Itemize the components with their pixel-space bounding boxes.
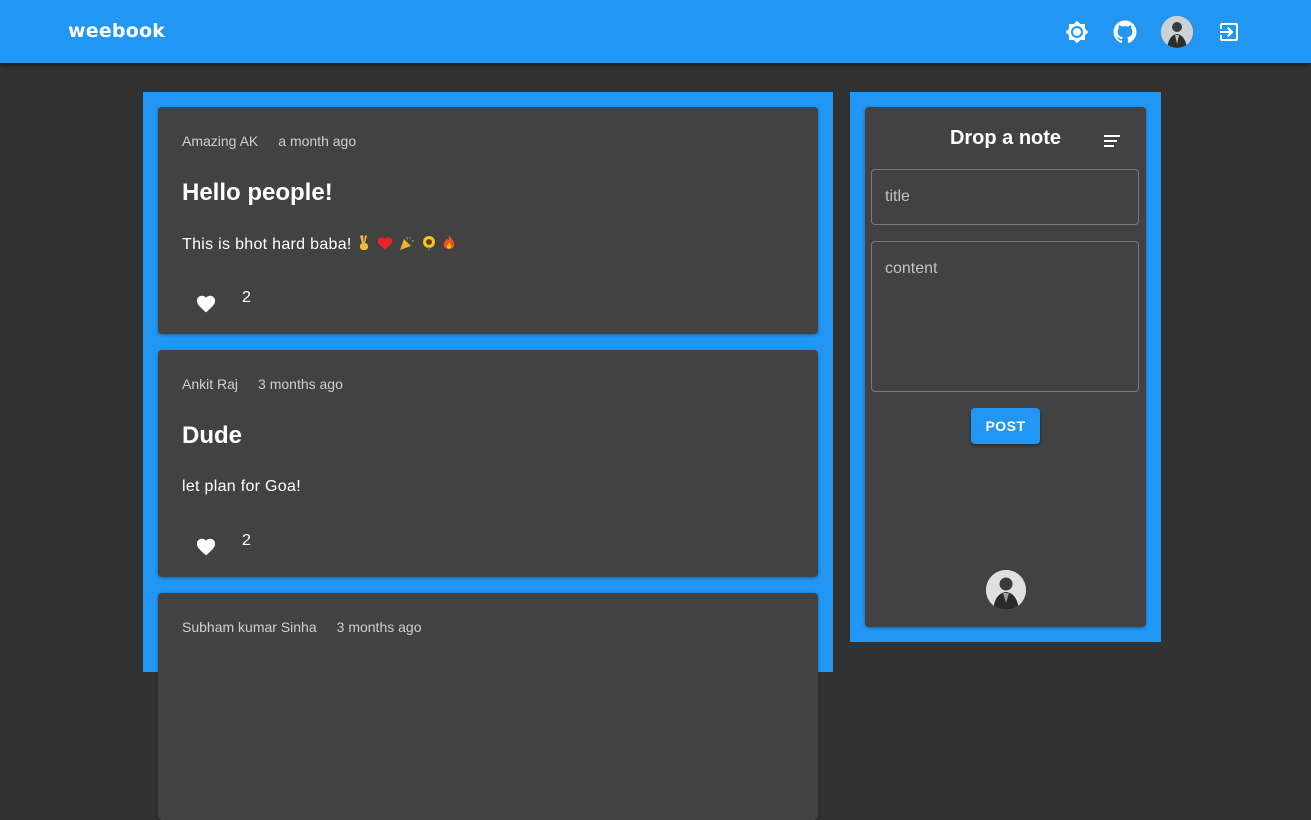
heart-icon [196, 295, 216, 313]
brightness-icon[interactable] [1061, 16, 1093, 48]
like-button[interactable] [190, 530, 222, 562]
post-meta: Ankit Raj 3 months ago [182, 376, 343, 392]
post-card: Ankit Raj 3 months ago Dude let plan for … [158, 350, 818, 577]
post-time: 3 months ago [336, 619, 422, 635]
post-author[interactable]: Amazing AK [182, 133, 258, 149]
post-meta: Subham kumar Sinha 3 months ago [182, 619, 421, 635]
post-body: let plan for Goa! [182, 478, 301, 495]
post-button[interactable]: POST [971, 408, 1040, 444]
post-card: Amazing AK a month ago Hello people! This… [158, 107, 818, 334]
logout-icon[interactable] [1213, 16, 1245, 48]
user-avatar[interactable] [1161, 16, 1193, 48]
post-body-text: This is bhot hard baba! [182, 236, 352, 253]
post-time: 3 months ago [258, 376, 343, 392]
note-panel: Drop a note POST [865, 107, 1146, 627]
note-sidebar: Drop a note POST [850, 92, 1161, 642]
post-author[interactable]: Ankit Raj [182, 376, 238, 392]
post-title: Dude [182, 422, 242, 449]
post-body: This is bhot hard baba! [182, 235, 456, 254]
note-title-input[interactable] [871, 169, 1139, 225]
party-popper-emoji-icon [399, 236, 414, 250]
note-content-input[interactable] [871, 241, 1139, 392]
brand-logo[interactable]: weebook [68, 20, 165, 42]
author-avatar[interactable] [986, 570, 1026, 610]
fire-emoji-icon [444, 235, 455, 249]
post-card: Subham kumar Sinha 3 months ago [158, 593, 818, 820]
heart-icon [196, 538, 216, 556]
posts-feed: Amazing AK a month ago Hello people! This… [143, 92, 833, 820]
like-count: 2 [242, 289, 251, 306]
victory-hand-emoji-icon [360, 235, 369, 250]
app-bar: weebook [0, 0, 1311, 63]
sunflower-emoji-icon [422, 236, 435, 251]
like-count: 2 [242, 532, 251, 549]
post-time: a month ago [278, 133, 357, 149]
post-title: Hello people! [182, 179, 333, 206]
github-icon[interactable] [1109, 16, 1141, 48]
post-author[interactable]: Subham kumar Sinha [182, 619, 317, 635]
like-button[interactable] [190, 287, 222, 319]
sort-icon[interactable] [1100, 129, 1124, 153]
heart-emoji-icon [377, 237, 393, 250]
post-meta: Amazing AK a month ago [182, 133, 356, 149]
